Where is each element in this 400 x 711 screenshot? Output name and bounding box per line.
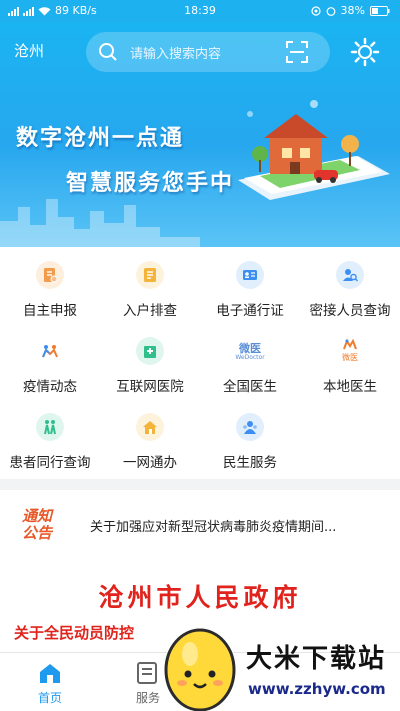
contacts-icon: [336, 261, 364, 289]
tab-label: 首页: [37, 691, 62, 705]
service-e-pass[interactable]: 电子通行证: [200, 247, 300, 321]
gov-subtitle: 关于全民动员防控: [14, 624, 135, 642]
service-patient-companion-query[interactable]: 患者同行查询: [0, 399, 100, 473]
hero-banner[interactable]: 沧州 请输入搜索内容 数字沧州一点通 智慧服务您手中: [0, 22, 400, 247]
home-icon: [40, 664, 60, 683]
local-doctor-icon: 微医: [336, 337, 364, 365]
notice-text[interactable]: 关于加强应对新型冠状病毒肺炎疫情期间...: [90, 516, 386, 535]
watermark-title: 大米下载站: [246, 644, 387, 674]
battery-icon: [370, 5, 390, 16]
service-epidemic-news[interactable]: 疫情动态: [0, 323, 100, 397]
smartphone-house-illustration: [238, 100, 390, 200]
service-label: 入户排查: [123, 303, 177, 319]
hospital-icon: [136, 337, 164, 365]
search-icon: [99, 43, 117, 61]
service-label: 患者同行查询: [9, 455, 91, 471]
banner-subtitle: 智慧服务您手中: [66, 171, 235, 196]
declare-icon: [36, 261, 64, 289]
watermark-url: www.zzhyw.com: [248, 680, 386, 698]
service-household-check[interactable]: 入户排查: [100, 247, 200, 321]
service-local-doctors[interactable]: 微医 本地医生: [300, 323, 400, 397]
city-selector[interactable]: 沧州: [14, 40, 44, 61]
battery-percent: 38%: [340, 4, 365, 17]
alarm-icon: [326, 6, 335, 16]
id-card-icon: [236, 261, 264, 289]
service-grid: 自主申报 入户排查 电子通行证 密接人员查询 疫情动态 互联网医院 微医 WeD…: [0, 247, 400, 479]
service-national-doctors[interactable]: 微医 WeDoctor 全国医生: [200, 323, 300, 397]
settings-icon[interactable]: [350, 37, 380, 67]
tab-home[interactable]: 首页: [20, 657, 80, 707]
service-label: 互联网医院: [116, 379, 184, 395]
service-label: 疫情动态: [23, 379, 77, 395]
egg-mascot-icon: [164, 628, 236, 711]
status-bar: 89 KB/s 18:39 38%: [0, 0, 400, 22]
banner-title: 数字沧州一点通: [16, 126, 185, 151]
service-internet-hospital[interactable]: 互联网医院: [100, 323, 200, 397]
notice-badge: 通知 公告: [22, 507, 53, 542]
weiyi-logo-icon: 微医 WeDoctor: [230, 337, 270, 365]
notice-bar[interactable]: 通知 公告 关于加强应对新型冠状病毒肺炎疫情期间...: [0, 490, 400, 560]
service-self-declare[interactable]: 自主申报: [0, 247, 100, 321]
checklist-icon: [136, 261, 164, 289]
companion-icon: [36, 413, 64, 441]
home-service-icon: [136, 413, 164, 441]
service-one-stop[interactable]: 一网通办: [100, 399, 200, 473]
search-input[interactable]: 请输入搜索内容: [130, 43, 221, 62]
location-icon: [310, 5, 321, 16]
service-label: 自主申报: [23, 303, 77, 319]
epidemic-icon: [36, 337, 64, 365]
service-label: 电子通行证: [216, 303, 284, 319]
scan-icon[interactable]: [286, 41, 308, 63]
service-close-contact-query[interactable]: 密接人员查询: [300, 247, 400, 321]
service-label: 民生服务: [223, 455, 277, 471]
service-label: 密接人员查询: [309, 303, 391, 319]
watermark-overlay: 大米下载站 www.zzhyw.com: [150, 616, 400, 711]
people-service-icon: [236, 413, 264, 441]
service-label: 全国医生: [223, 379, 277, 395]
service-label: 本地医生: [323, 379, 377, 395]
search-bar[interactable]: 请输入搜索内容: [86, 32, 330, 72]
service-label: 一网通办: [123, 455, 177, 471]
gov-title: 沧州市人民政府: [98, 583, 302, 612]
service-livelihood[interactable]: 民生服务: [200, 399, 300, 473]
